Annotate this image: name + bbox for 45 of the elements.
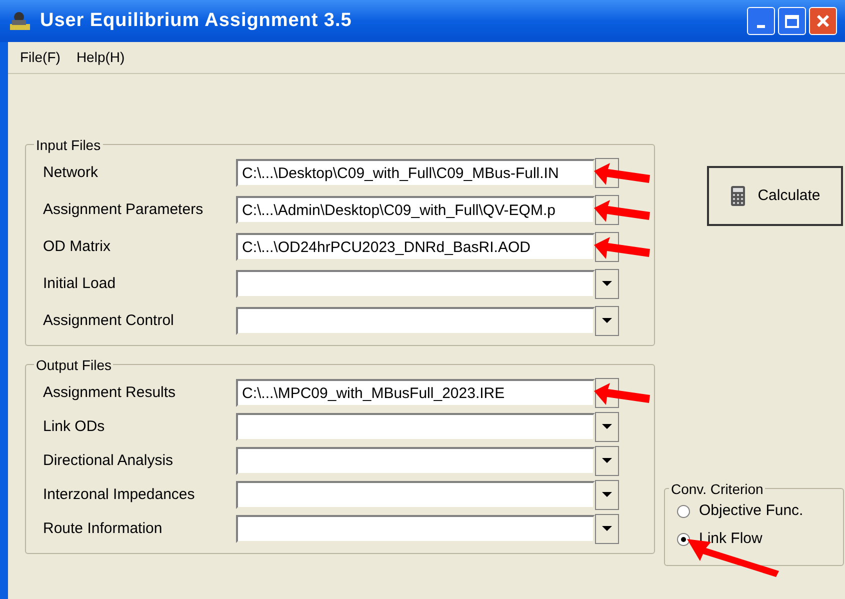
field-label: Assignment Parameters xyxy=(42,200,204,220)
field-label: OD Matrix xyxy=(42,236,112,257)
field-label: Network xyxy=(42,162,100,183)
dropdown-button[interactable] xyxy=(595,446,619,476)
dropdown-arrow-icon xyxy=(602,424,612,429)
field-label: Assignment Results xyxy=(42,382,177,403)
radio-button[interactable] xyxy=(677,504,690,518)
minimize-button[interactable] xyxy=(747,7,775,35)
field-label: Assignment Control xyxy=(42,310,175,331)
dropdown-arrow-icon xyxy=(602,458,612,463)
field-label: Initial Load xyxy=(42,274,117,294)
dropdown-button[interactable] xyxy=(595,480,619,510)
dropdown-arrow-icon xyxy=(602,526,612,531)
dropdown-arrow-icon xyxy=(602,318,612,323)
field-label: Link ODs xyxy=(42,416,106,437)
window-title: User Equilibrium Assignment 3.5 xyxy=(40,8,352,33)
close-button[interactable] xyxy=(809,7,837,35)
dropdown-button[interactable] xyxy=(595,514,619,544)
calculate-button[interactable]: Calculate xyxy=(707,166,843,226)
menu-item[interactable]: File(F) xyxy=(20,47,60,68)
dropdown-arrow-icon xyxy=(602,492,612,497)
dropdown-arrow-icon xyxy=(602,281,612,286)
close-icon xyxy=(815,13,831,29)
field-label: Directional Analysis xyxy=(42,450,174,471)
file-field[interactable] xyxy=(236,481,595,509)
dropdown-button[interactable] xyxy=(595,306,619,336)
file-field[interactable] xyxy=(236,515,595,543)
dropdown-button[interactable] xyxy=(595,269,619,299)
maximize-button[interactable] xyxy=(778,7,806,35)
file-field[interactable]: C:\...\Admin\Desktop\C09_with_Full\QV-EQM.p xyxy=(236,196,595,224)
dropdown-button[interactable] xyxy=(595,412,619,442)
app-icon xyxy=(8,10,32,32)
file-field[interactable]: C:\...\MPC09_with_MBusFull_2023.IRE xyxy=(236,379,595,407)
file-field[interactable]: C:\...\Desktop\C09_with_Full\C09_MBus-Full.IN xyxy=(236,159,595,187)
field-label: Interzonal Impedances xyxy=(42,484,196,505)
menu-item[interactable]: Help(H) xyxy=(76,47,125,68)
calculator-icon xyxy=(730,185,746,207)
file-field[interactable] xyxy=(236,413,595,441)
file-field[interactable] xyxy=(236,270,595,298)
file-field[interactable] xyxy=(236,447,595,475)
file-field[interactable] xyxy=(236,307,595,335)
radio-button[interactable] xyxy=(677,532,690,546)
radio-label: Objective Func. xyxy=(699,500,804,521)
field-label: Route Information xyxy=(42,518,164,539)
file-field[interactable]: C:\...\OD24hrPCU2023_DNRd_BasRI.AOD xyxy=(236,233,595,261)
